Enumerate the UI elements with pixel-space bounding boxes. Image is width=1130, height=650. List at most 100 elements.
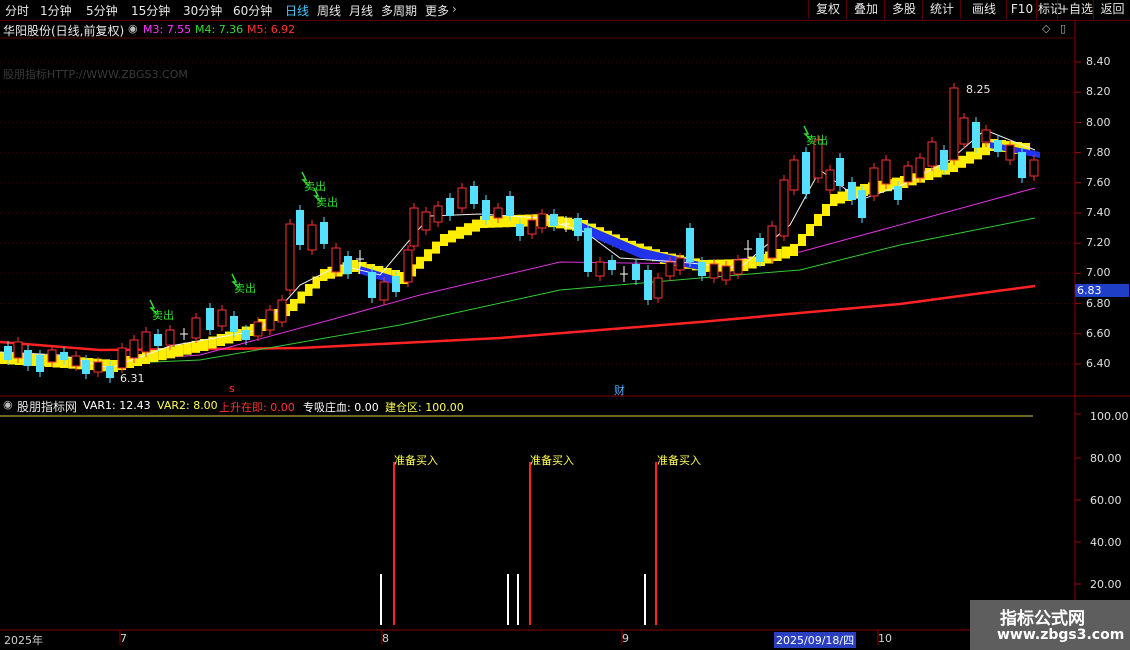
- signal-band-segment: [225, 331, 234, 344]
- candle-body-up: [537, 213, 547, 229]
- candle-body-up: [13, 341, 23, 359]
- candle-body-up: [129, 339, 139, 359]
- candle-body-up: [779, 179, 789, 237]
- signal-band-segment: [781, 246, 790, 259]
- candle-body-up: [71, 355, 81, 367]
- candle-body-down: [550, 214, 558, 226]
- signal-band-segment: [798, 234, 806, 246]
- indicator-settings-icon[interactable]: ◉: [3, 398, 13, 411]
- indicator-var2: VAR2: 8.00: [157, 399, 218, 412]
- candle-body-down: [836, 158, 844, 186]
- candle-body-up: [47, 349, 57, 363]
- price-axis-label: 6.40: [1086, 357, 1111, 370]
- candle-body-down: [686, 228, 694, 262]
- candle-body-up: [527, 219, 537, 235]
- price-axis-label: 7.40: [1086, 206, 1111, 219]
- sell-signal-label: 卖出: [316, 196, 338, 209]
- candle-body-up: [959, 117, 969, 145]
- signal-band-segment: [472, 219, 480, 232]
- sell-signal-label: 卖出: [234, 282, 256, 295]
- candle-body-down: [296, 210, 304, 245]
- stock-title: 华阳股份(日线,前复权): [3, 24, 125, 38]
- finance-event-marker[interactable]: 财: [614, 382, 625, 398]
- signal-band-segment: [790, 244, 798, 256]
- date-axis-label: 8: [382, 632, 389, 645]
- candle-body-up: [93, 361, 103, 373]
- candle-body-down: [848, 182, 856, 200]
- candle-body-up: [331, 247, 341, 273]
- candle-body-up: [165, 329, 175, 346]
- candle-body-up: [403, 249, 413, 283]
- signal-band-segment: [814, 214, 822, 226]
- event-marker: s: [229, 382, 235, 395]
- indicator-rising: 上升在即: 0.00: [219, 401, 295, 414]
- diamond-icon[interactable]: ◇: [1042, 22, 1050, 35]
- candle-body-up: [789, 159, 799, 191]
- candle-body-down: [36, 355, 44, 372]
- candle-body-up: [379, 281, 389, 301]
- candle-body-up: [1005, 144, 1015, 161]
- candle-body-down: [4, 346, 12, 360]
- candle-body-down: [972, 122, 980, 148]
- date-axis-label: 2025年: [4, 634, 43, 647]
- signal-band-segment: [966, 151, 974, 164]
- signal-band-segment: [183, 342, 192, 355]
- candle-body-up: [733, 259, 743, 275]
- dropdown-icon[interactable]: ◉: [128, 22, 138, 35]
- candle-body-down: [858, 190, 866, 218]
- kline-chart[interactable]: s: [0, 0, 1130, 650]
- watermark-text: 股朋指标HTTP://WWW.ZBGS3.COM: [3, 68, 188, 81]
- signal-band-segment: [806, 224, 814, 236]
- candle-body-down: [584, 228, 592, 272]
- buy-signal-label: 准备买入: [657, 454, 701, 467]
- candle-body-up: [307, 224, 317, 251]
- candle-body-down: [516, 224, 524, 236]
- candle-body-down: [644, 270, 652, 300]
- candle-body-down: [242, 330, 250, 340]
- signal-band-segment: [748, 256, 757, 269]
- candle-body-up: [141, 331, 151, 353]
- candle-body-down: [802, 152, 810, 194]
- signal-band-segment: [440, 234, 448, 246]
- date-axis-label: 10: [878, 632, 892, 645]
- candle-body-down: [698, 262, 706, 276]
- buy-signal-label: 准备买入: [530, 454, 574, 467]
- candle-body-down: [82, 360, 90, 374]
- ma-legend-m3: M3: 7.55: [143, 23, 192, 36]
- candle-body-up: [409, 207, 419, 247]
- ma-line-m2: [0, 129, 1036, 369]
- candle-body-up: [721, 265, 731, 281]
- candle-body-down: [608, 260, 616, 270]
- candle-body-down: [206, 308, 214, 330]
- candle-body-up: [117, 347, 127, 369]
- candle-body-up: [665, 261, 675, 277]
- date-axis-label: 7: [120, 632, 127, 645]
- ma-legend-m5: M5: 6.92: [247, 23, 296, 36]
- candle-body-down: [24, 350, 32, 366]
- signal-band-segment: [416, 256, 424, 269]
- price-axis-label: 7.20: [1086, 236, 1111, 249]
- signal-band-segment: [822, 204, 830, 216]
- low-price-label: 6.31: [120, 372, 145, 385]
- candle-body-up: [981, 129, 991, 143]
- signal-band-segment: [432, 241, 440, 254]
- window-toggle-icon[interactable]: ▯: [1060, 22, 1066, 35]
- candle-body-up: [927, 141, 937, 167]
- high-price-label: 8.25: [966, 83, 991, 96]
- candle-body-up: [709, 263, 719, 279]
- candle-body-down: [756, 238, 764, 262]
- candle-body-up: [653, 277, 663, 299]
- candle-body-up: [191, 317, 201, 339]
- site-watermark: 指标公式网 www.zbgs3.com: [970, 600, 1130, 650]
- price-axis-label: 8.40: [1086, 55, 1111, 68]
- signal-band-segment: [320, 269, 328, 281]
- indicator-axis-label: 40.00: [1090, 536, 1122, 549]
- candle-body-down: [320, 222, 328, 244]
- signal-band-segment: [166, 346, 175, 359]
- candle-body-up: [675, 257, 685, 271]
- price-axis-label: 6.60: [1086, 327, 1111, 340]
- price-axis-label: 8.20: [1086, 85, 1111, 98]
- signal-band-segment: [502, 215, 510, 228]
- signal-band-segment: [290, 299, 298, 311]
- candle-body-down: [574, 218, 582, 236]
